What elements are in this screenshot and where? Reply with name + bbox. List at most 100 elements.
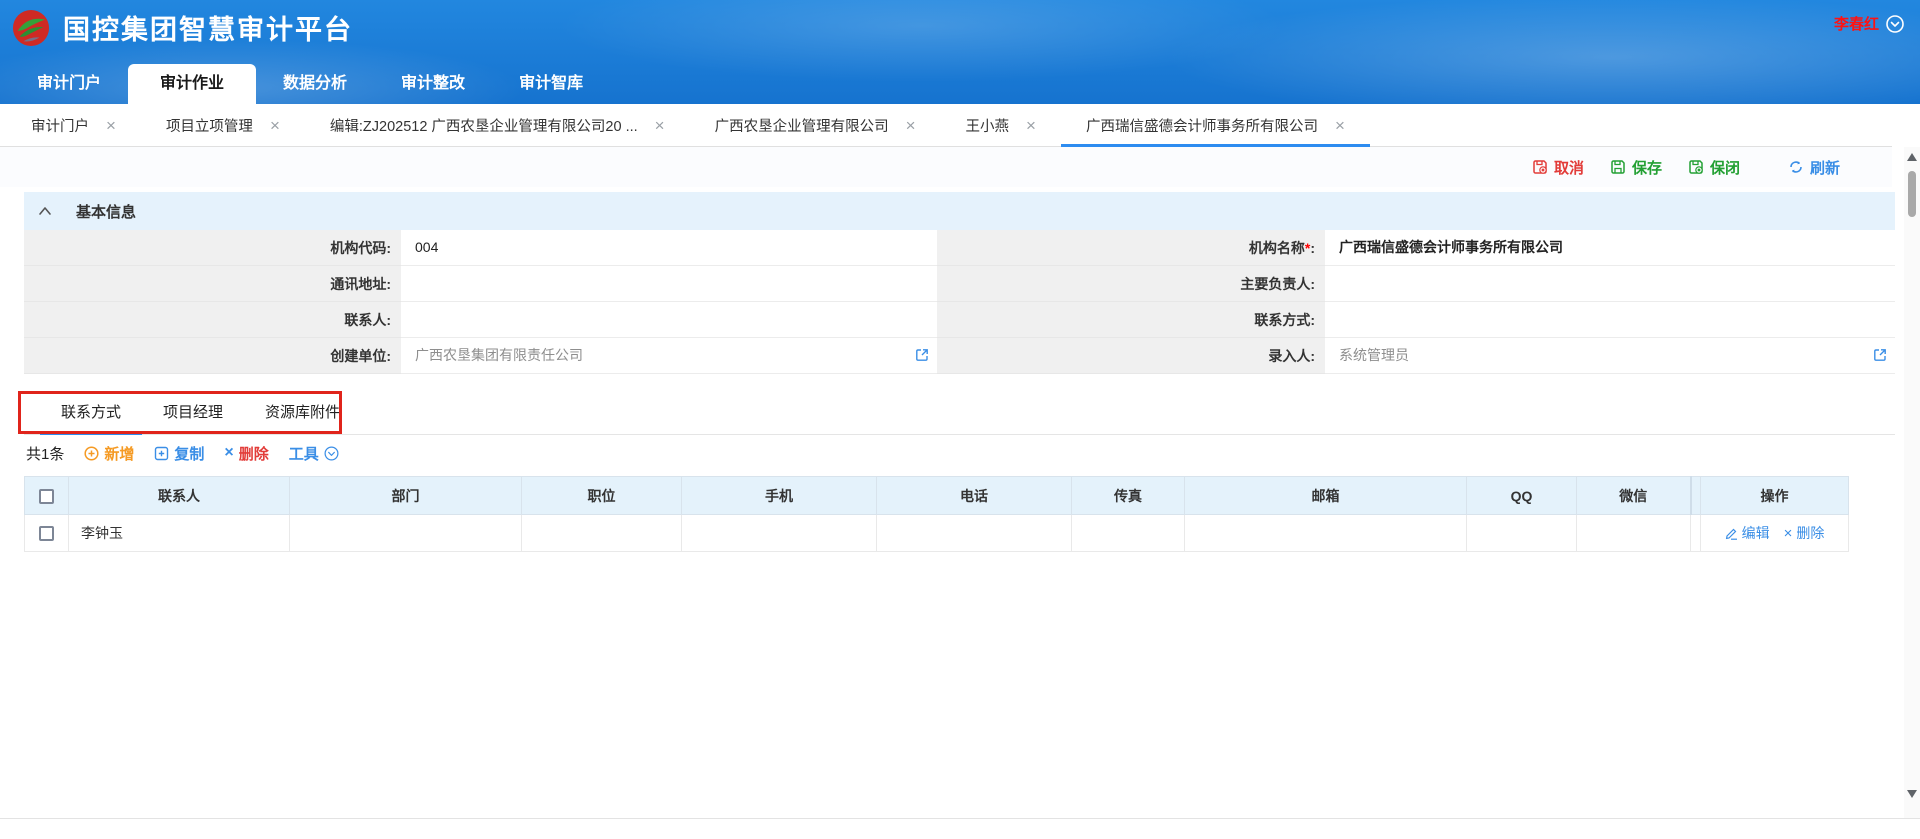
scroll-up-icon[interactable] [1907, 153, 1917, 161]
col-qq: QQ [1467, 477, 1577, 515]
edit-pencil-icon [1725, 527, 1738, 540]
external-link-icon[interactable] [915, 348, 929, 362]
col-contact: 联系人 [69, 477, 290, 515]
field-create-org: 广西农垦集团有限责任公司 [401, 338, 937, 374]
vertical-scrollbar[interactable] [1904, 147, 1920, 818]
copy-button[interactable]: 复制 [154, 443, 204, 464]
col-gap [1691, 477, 1701, 515]
nav-item-audit-rectification[interactable]: 审计整改 [374, 64, 492, 104]
col-actions: 操作 [1701, 477, 1849, 515]
doc-tab-label: 广西瑞信盛德会计师事务所有限公司 [1086, 115, 1318, 136]
company-logo-icon [12, 9, 50, 47]
col-department: 部门 [290, 477, 522, 515]
select-all-checkbox[interactable] [39, 489, 54, 504]
cell-fax [1072, 515, 1185, 552]
delete-button[interactable]: × 删除 [224, 443, 268, 464]
nav-item-audit-portal[interactable]: 审计门户 [10, 64, 128, 104]
field-org-code [401, 230, 937, 266]
col-mobile: 手机 [682, 477, 877, 515]
nav-item-audit-work[interactable]: 审计作业 [128, 64, 256, 104]
refresh-icon [1788, 159, 1804, 175]
tools-label: 工具 [289, 443, 319, 464]
nav-item-data-analysis[interactable]: 数据分析 [256, 64, 374, 104]
field-label-create-org: 创建单位: [24, 338, 401, 374]
doc-tab-gx-nongken[interactable]: 广西农垦企业管理有限公司 × [690, 104, 941, 146]
close-icon[interactable]: × [270, 117, 280, 134]
col-position: 职位 [522, 477, 682, 515]
form-toolbar: 取消 保存 保闭 刷新 [0, 147, 1892, 187]
user-name: 李春红 [1834, 13, 1879, 34]
user-menu[interactable]: 李春红 [1834, 13, 1904, 34]
field-label-address: 通讯地址: [24, 266, 401, 302]
doc-tab-label: 审计门户 [31, 115, 89, 136]
org-name-input[interactable] [1325, 230, 1895, 264]
scroll-down-icon[interactable] [1907, 790, 1917, 798]
close-icon[interactable]: × [1335, 117, 1345, 134]
address-input[interactable] [401, 266, 937, 300]
cell-phone [877, 515, 1072, 552]
app-header: 国控集团智慧审计平台 李春红 审计门户 审计作业 数据分析 审计整改 审计智库 [0, 0, 1920, 104]
basic-info-section-header[interactable]: 基本信息 [24, 192, 1895, 230]
doc-tab-project-approval[interactable]: 项目立项管理 × [141, 104, 305, 146]
cell-mobile [682, 515, 877, 552]
table-row: 李钟玉 [25, 515, 1849, 552]
save-button[interactable]: 保存 [1610, 157, 1662, 178]
external-link-icon[interactable] [1873, 348, 1887, 362]
contact-way-input[interactable] [1325, 302, 1895, 336]
chevron-down-icon [1886, 15, 1904, 33]
tools-dropdown[interactable]: 工具 [289, 443, 339, 464]
close-icon[interactable]: × [1026, 117, 1036, 134]
row-edit-button[interactable]: 编辑 [1725, 523, 1770, 543]
doc-tab-label: 王小燕 [966, 115, 1010, 136]
field-principal [1325, 266, 1895, 302]
collapse-caret-icon [38, 206, 52, 216]
col-phone: 电话 [877, 477, 1072, 515]
close-icon[interactable]: × [106, 117, 116, 134]
nav-item-audit-knowledge[interactable]: 审计智库 [492, 64, 610, 104]
cell-actions: 编辑 × 删除 [1701, 515, 1849, 552]
doc-tab-edit-project[interactable]: 编辑:ZJ202512 广西农垦企业管理有限公司20 ... × [305, 104, 690, 146]
save-icon [1610, 159, 1626, 175]
close-icon[interactable]: × [655, 117, 665, 134]
doc-tab-audit-portal[interactable]: 审计门户 × [6, 104, 141, 146]
row-delete-label: 删除 [1796, 523, 1824, 543]
record-count: 共1条 [26, 443, 64, 464]
doc-tab-wang-xiaoyan[interactable]: 王小燕 × [941, 104, 1061, 146]
row-checkbox[interactable] [39, 526, 54, 541]
save-close-icon [1688, 159, 1704, 175]
section-title: 基本信息 [76, 201, 136, 222]
close-icon[interactable]: × [906, 117, 916, 134]
principal-input[interactable] [1325, 266, 1895, 300]
field-label-contact-way: 联系方式: [937, 302, 1325, 338]
contact-input[interactable] [401, 302, 937, 336]
tab-resource-attachments[interactable]: 资源库附件 [244, 388, 361, 434]
main-nav: 审计门户 审计作业 数据分析 审计整改 审计智库 [10, 64, 610, 104]
scrollbar-thumb[interactable] [1908, 171, 1916, 217]
field-entered-by: 系统管理员 [1325, 338, 1895, 374]
tab-project-manager[interactable]: 项目经理 [142, 388, 244, 434]
tab-contact-methods[interactable]: 联系方式 [40, 388, 142, 434]
row-delete-button[interactable]: × 删除 [1784, 523, 1825, 543]
plus-circle-icon [84, 446, 99, 461]
cancel-icon [1532, 159, 1548, 175]
field-address [401, 266, 937, 302]
refresh-label: 刷新 [1810, 157, 1840, 178]
copy-icon [154, 446, 169, 461]
add-button[interactable]: 新增 [84, 443, 134, 464]
doc-tab-label: 广西农垦企业管理有限公司 [715, 115, 889, 136]
content-bottom-divider [0, 818, 1920, 819]
save-close-button[interactable]: 保闭 [1688, 157, 1740, 178]
brand: 国控集团智慧审计平台 [12, 8, 353, 47]
basic-info-form: 机构代码: 机构名称*: 通讯地址: 主要负责人: 联系人: 联系方式: [24, 230, 1895, 374]
cancel-button[interactable]: 取消 [1532, 157, 1584, 178]
cancel-label: 取消 [1554, 157, 1584, 178]
create-org-value: 广西农垦集团有限责任公司 [401, 338, 937, 373]
org-code-input[interactable] [401, 230, 937, 264]
field-label-contact: 联系人: [24, 302, 401, 338]
cell-position [522, 515, 682, 552]
field-label-org-name: 机构名称*: [937, 230, 1325, 266]
refresh-button[interactable]: 刷新 [1788, 157, 1840, 178]
doc-tab-label: 编辑:ZJ202512 广西农垦企业管理有限公司20 ... [330, 115, 638, 136]
doc-tab-ruixin-shengde[interactable]: 广西瑞信盛德会计师事务所有限公司 × [1061, 104, 1370, 146]
col-fax: 传真 [1072, 477, 1185, 515]
